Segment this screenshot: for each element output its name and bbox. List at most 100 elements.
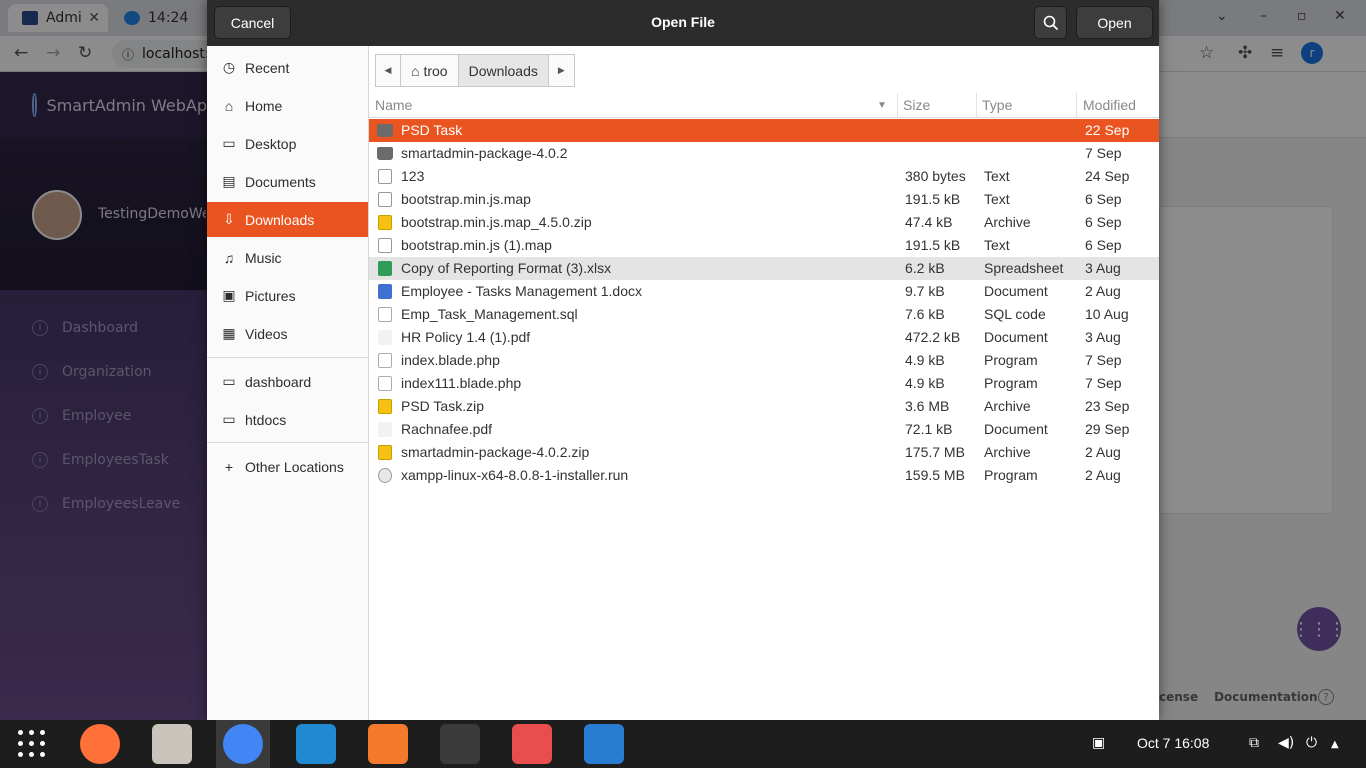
- file-size: 47.4 kB: [905, 214, 953, 230]
- writer-app-icon[interactable]: [584, 724, 624, 764]
- path-home-button[interactable]: ⌂ troo: [401, 54, 459, 87]
- search-button[interactable]: [1034, 6, 1067, 39]
- divider: [207, 357, 368, 358]
- clock[interactable]: Oct 7 16:08: [1137, 735, 1209, 751]
- file-row[interactable]: bootstrap.min.js.map 191.5 kB Text 6 Sep: [369, 188, 1159, 211]
- file-modified: 6 Sep: [1085, 237, 1122, 253]
- place-desktop[interactable]: ▭ Desktop: [207, 126, 368, 161]
- download-icon: ⇩: [223, 211, 235, 227]
- places-sidebar: ◷ Recent ⌂ Home ▭ Desktop ▤ Documents ⇩ Downl…: [207, 46, 369, 720]
- file-row[interactable]: index111.blade.php 4.9 kB Program 7 Sep: [369, 372, 1159, 395]
- sort-down-icon: ▼: [877, 100, 887, 111]
- file-name: index.blade.php: [401, 352, 500, 368]
- file-row[interactable]: HR Policy 1.4 (1).pdf 472.2 kB Document 3 A…: [369, 326, 1159, 349]
- bookmark-htdocs[interactable]: ▭ htdocs: [207, 402, 368, 437]
- power-icon[interactable]: ⏻: [1306, 735, 1317, 751]
- search-icon: [1043, 15, 1058, 30]
- blender-app-icon[interactable]: [368, 724, 408, 764]
- divider: [207, 442, 368, 443]
- network-icon[interactable]: ⧉: [1249, 735, 1259, 751]
- file-size: 191.5 kB: [905, 191, 961, 207]
- pictures-icon: ▣: [222, 287, 236, 303]
- home-icon: ⌂: [411, 62, 420, 79]
- column-type[interactable]: Type: [982, 97, 1012, 113]
- file-modified: 7 Sep: [1085, 375, 1122, 391]
- text-file-icon: [378, 192, 392, 207]
- notification-icon[interactable]: ▣: [1092, 735, 1105, 751]
- dialog-title: Open File: [651, 14, 715, 30]
- file-row[interactable]: Employee - Tasks Management 1.docx 9.7 kB…: [369, 280, 1159, 303]
- file-row[interactable]: Copy of Reporting Format (3).xlsx 6.2 kB S…: [369, 257, 1159, 280]
- file-row[interactable]: Emp_Task_Management.sql 7.6 kB SQL code 10 …: [369, 303, 1159, 326]
- file-size: 9.7 kB: [905, 283, 945, 299]
- file-row[interactable]: index.blade.php 4.9 kB Program 7 Sep: [369, 349, 1159, 372]
- terminal-app-icon[interactable]: [440, 724, 480, 764]
- file-type: Document: [984, 421, 1048, 437]
- path-current-button[interactable]: Downloads: [458, 54, 549, 87]
- music-icon: ♫: [223, 249, 235, 266]
- path-forward-button[interactable]: ▶: [548, 54, 575, 87]
- file-name: smartadmin-package-4.0.2.zip: [401, 444, 590, 460]
- place-label: Home: [245, 97, 283, 114]
- chevron-left-icon: ◀: [384, 65, 392, 75]
- column-modified[interactable]: Modified: [1083, 97, 1136, 113]
- file-size: 6.2 kB: [905, 260, 945, 276]
- run-file-icon: [378, 468, 392, 483]
- videos-icon: ▦: [222, 325, 236, 341]
- column-name[interactable]: Name: [375, 97, 412, 113]
- path-back-button[interactable]: ◀: [375, 54, 401, 87]
- show-apps-icon[interactable]: [18, 730, 46, 758]
- place-home[interactable]: ⌂ Home: [207, 88, 368, 123]
- place-videos[interactable]: ▦ Videos: [207, 316, 368, 351]
- screenshot-app-icon[interactable]: [512, 724, 552, 764]
- chrome-app-icon[interactable]: [223, 724, 263, 764]
- file-row[interactable]: bootstrap.min.js (1).map 191.5 kB Text 6 Se…: [369, 234, 1159, 257]
- file-type: Archive: [984, 398, 1031, 414]
- file-type: Program: [984, 467, 1038, 483]
- prog-file-icon: [378, 353, 392, 368]
- chevron-up-icon[interactable]: ▲: [1331, 739, 1339, 750]
- file-size: 4.9 kB: [905, 352, 945, 368]
- doc-file-icon: [378, 284, 392, 299]
- file-row[interactable]: Rachnafee.pdf 72.1 kB Document 29 Sep: [369, 418, 1159, 441]
- file-modified: 29 Sep: [1085, 421, 1130, 437]
- files-app-icon[interactable]: [152, 724, 192, 764]
- place-downloads[interactable]: ⇩ Downloads: [207, 202, 368, 237]
- open-file-dialog: Cancel Open File Open ◷ Recent ⌂ Home ▭ Des…: [207, 0, 1159, 720]
- place-label: htdocs: [245, 411, 287, 428]
- file-size: 3.6 MB: [905, 398, 950, 414]
- place-pictures[interactable]: ▣ Pictures: [207, 278, 368, 313]
- file-type: Archive: [984, 214, 1031, 230]
- path-bar: ◀ ⌂ troo Downloads ▶: [375, 54, 575, 87]
- file-row[interactable]: bootstrap.min.js.map_4.5.0.zip 47.4 kB Arc…: [369, 211, 1159, 234]
- place-other-locations[interactable]: + Other Locations: [207, 449, 368, 484]
- bookmark-dashboard[interactable]: ▭ dashboard: [207, 364, 368, 399]
- vscode-app-icon[interactable]: [296, 724, 336, 764]
- place-label: Pictures: [245, 287, 296, 304]
- place-documents[interactable]: ▤ Documents: [207, 164, 368, 199]
- place-recent[interactable]: ◷ Recent: [207, 50, 368, 85]
- file-row[interactable]: xampp-linux-x64-8.0.8-1-installer.run 159…: [369, 464, 1159, 487]
- open-button[interactable]: Open: [1076, 6, 1153, 39]
- file-row[interactable]: PSD Task.zip 3.6 MB Archive 23 Sep: [369, 395, 1159, 418]
- place-music[interactable]: ♫ Music: [207, 240, 368, 275]
- text-file-icon: [378, 238, 392, 253]
- file-size: 7.6 kB: [905, 306, 945, 322]
- file-name: Rachnafee.pdf: [401, 421, 493, 437]
- file-modified: 2 Aug: [1085, 467, 1121, 483]
- file-row[interactable]: 123 380 bytes Text 24 Sep: [369, 165, 1159, 188]
- file-name: Emp_Task_Management.sql: [401, 306, 578, 322]
- place-label: Music: [245, 249, 282, 266]
- column-size[interactable]: Size: [903, 97, 930, 113]
- file-name: bootstrap.min.js (1).map: [401, 237, 552, 253]
- file-size: 472.2 kB: [905, 329, 961, 345]
- volume-icon[interactable]: ◀): [1278, 735, 1294, 751]
- file-modified: 10 Aug: [1085, 306, 1129, 322]
- file-row[interactable]: PSD Task 22 Sep: [369, 119, 1159, 142]
- file-modified: 2 Aug: [1085, 444, 1121, 460]
- pdf-file-icon: [378, 422, 392, 437]
- file-modified: 23 Sep: [1085, 398, 1130, 414]
- file-row[interactable]: smartadmin-package-4.0.2.zip 175.7 MB Arch…: [369, 441, 1159, 464]
- file-row[interactable]: smartadmin-package-4.0.2 7 Sep: [369, 142, 1159, 165]
- firefox-app-icon[interactable]: [80, 724, 120, 764]
